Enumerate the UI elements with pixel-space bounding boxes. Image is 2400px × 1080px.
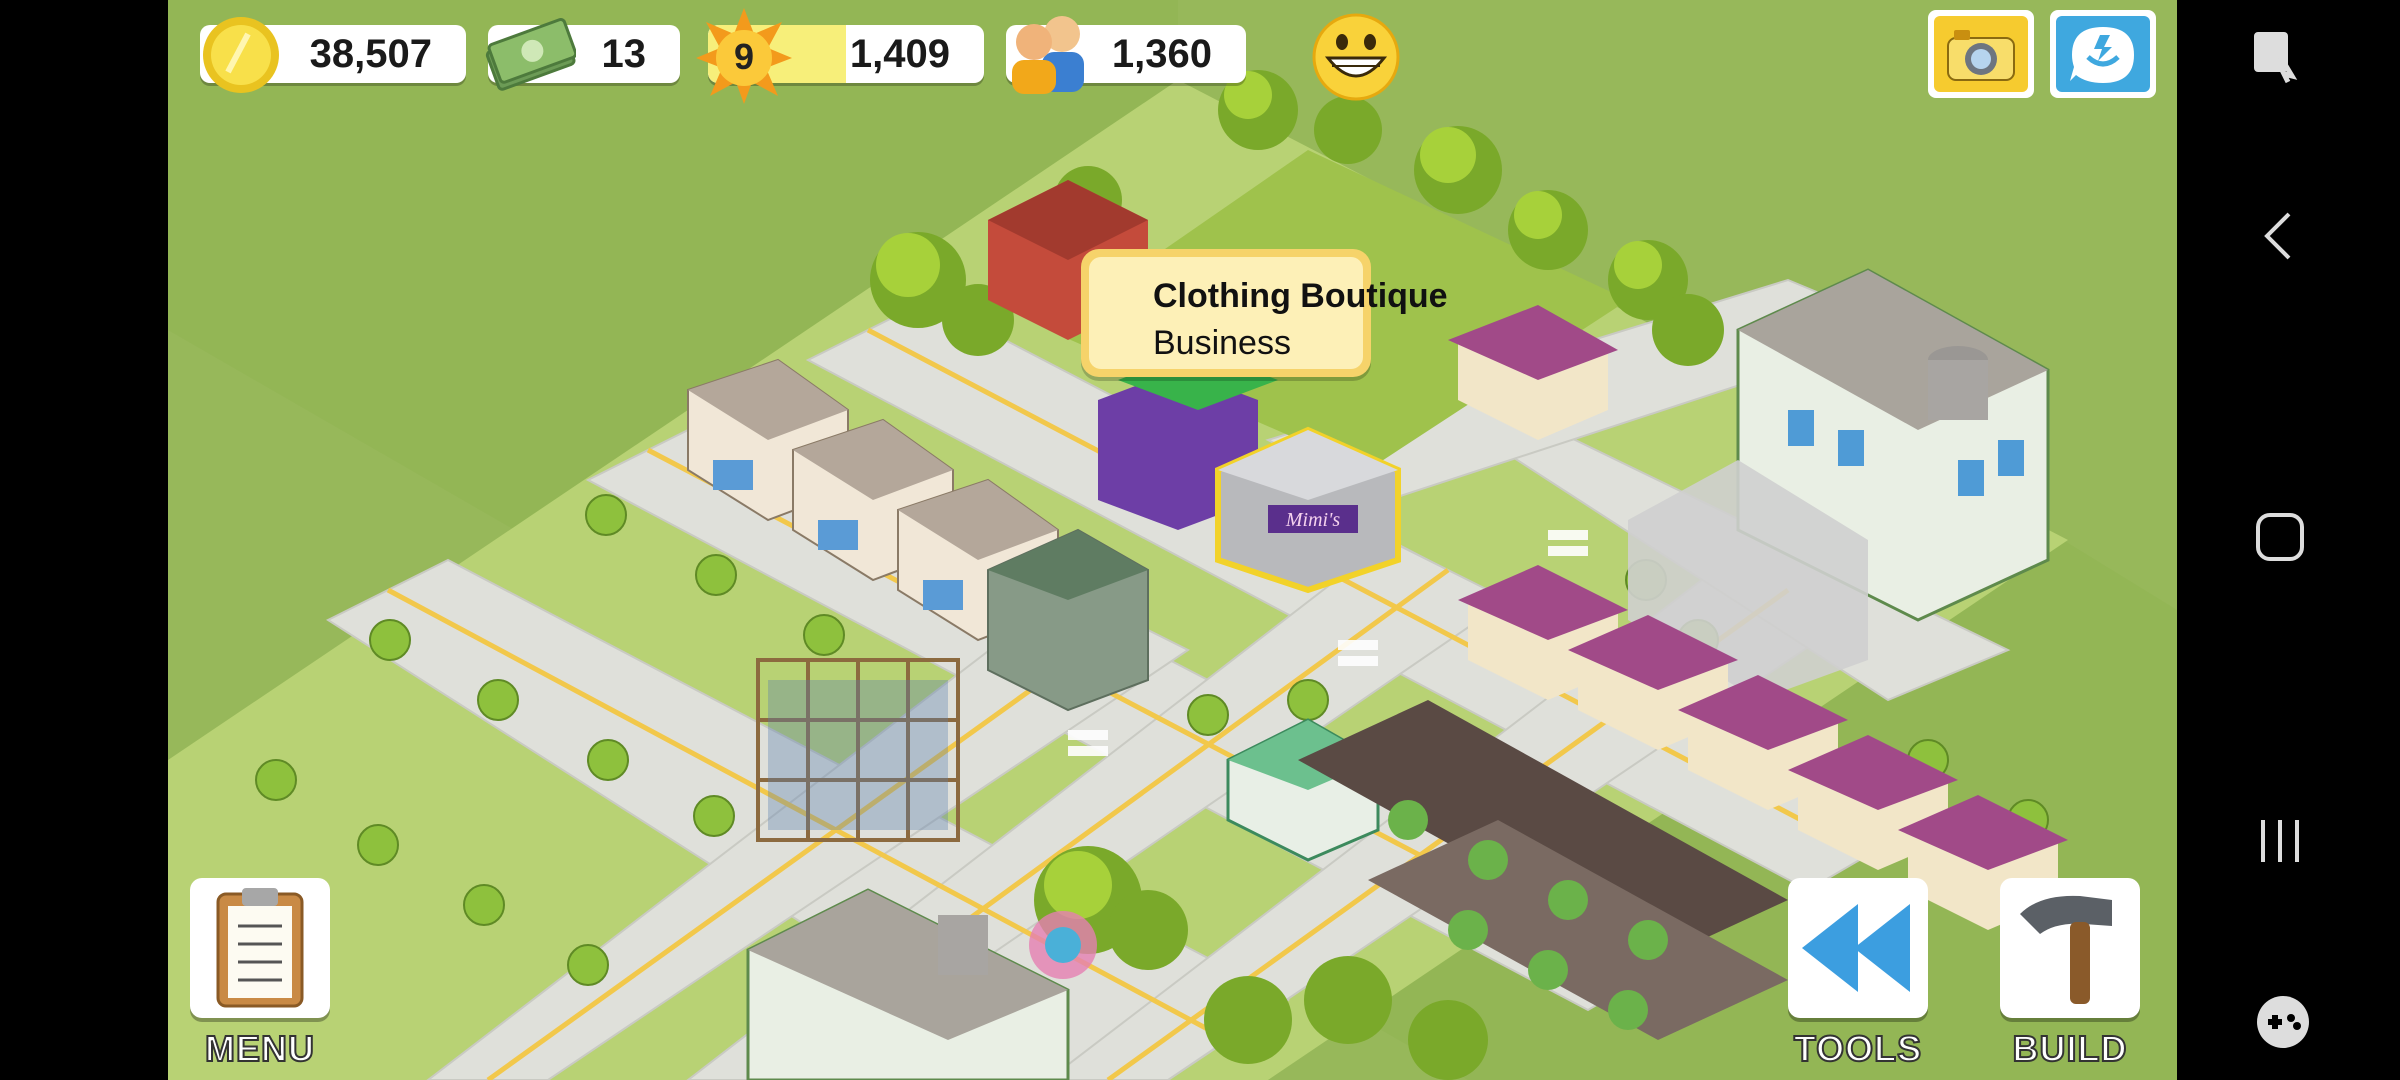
social-network-icon: [2070, 27, 2134, 83]
tools-label: TOOLS: [1793, 1027, 1923, 1070]
recents-icon[interactable]: [2257, 816, 2303, 866]
xp-value: 1,409: [849, 31, 950, 76]
game-viewport[interactable]: Mimi's 38,507 13 1,409 9 1,360 Clothing …: [168, 0, 2177, 1080]
building-tooltip: Clothing Boutique Business: [1081, 249, 1448, 377]
game-tools-icon[interactable]: [2255, 994, 2311, 1050]
population-value: 1,360: [1111, 31, 1212, 76]
hammer-icon: [2020, 895, 2112, 1004]
system-nav-bar: [2177, 0, 2400, 1080]
smiley-icon[interactable]: [1310, 12, 1402, 102]
tooltip-title: Clothing Boutique: [1153, 277, 1448, 315]
cash-icon: [485, 18, 576, 91]
rewind-icon: [1802, 904, 1910, 992]
back-icon[interactable]: [2263, 210, 2293, 262]
menu-label: MENU: [204, 1027, 315, 1070]
clipboard-icon: [216, 888, 304, 1008]
home-icon[interactable]: [2255, 512, 2305, 562]
tooltip-subtitle: Business: [1153, 324, 1291, 362]
build-button[interactable]: [2000, 878, 2140, 1018]
camera-button[interactable]: [1928, 10, 2034, 98]
cash-value: 13: [601, 31, 647, 76]
build-label: BUILD: [2012, 1027, 2128, 1070]
social-button[interactable]: [2050, 10, 2156, 98]
coins-value: 38,507: [309, 31, 432, 76]
coin-icon: [203, 17, 279, 93]
people-icon: [1012, 16, 1084, 94]
camera-icon: [1947, 30, 2015, 81]
letterbox-left: [0, 0, 168, 1080]
screenshot-edit-icon[interactable]: [2252, 30, 2298, 84]
menu-button[interactable]: [190, 878, 330, 1018]
level-number: 9: [733, 36, 755, 77]
shop-sign: Mimi's: [1285, 509, 1340, 531]
tools-button[interactable]: [1788, 878, 1928, 1018]
